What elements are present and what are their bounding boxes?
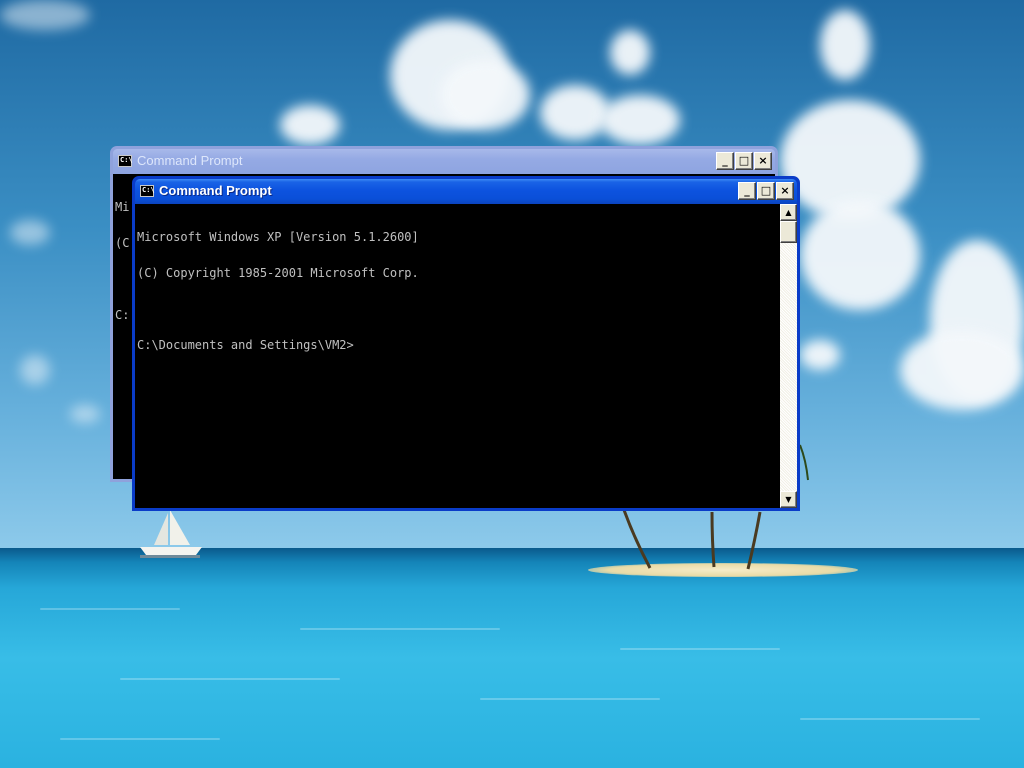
title-bar[interactable]: C:\ Command Prompt _ □ × (135, 179, 797, 204)
console-line-copyright: (C) Copyright 1985-2001 Microsoft Corp. (137, 266, 419, 280)
command-prompt-window-active[interactable]: C:\ Command Prompt _ □ × Microsoft Windo… (132, 176, 800, 511)
console-output[interactable]: Microsoft Windows XP [Version 5.1.2600] … (135, 204, 780, 508)
console-prompt[interactable]: C:\Documents and Settings\VM2> (137, 339, 778, 351)
scroll-up-button[interactable]: ▲ (780, 204, 797, 221)
cmd-icon: C:\ (118, 155, 133, 167)
vertical-scrollbar[interactable]: ▲ ▼ (780, 204, 797, 508)
minimize-button[interactable]: _ (716, 152, 734, 170)
title-bar[interactable]: C:\ Command Prompt _ □ × (113, 149, 775, 174)
close-button[interactable]: × (776, 182, 794, 200)
minimize-button[interactable]: _ (738, 182, 756, 200)
window-title: Command Prompt (159, 183, 272, 198)
sailboat (140, 510, 202, 558)
scroll-thumb[interactable] (780, 221, 797, 243)
window-title: Command Prompt (137, 153, 243, 168)
maximize-button[interactable]: □ (735, 152, 753, 170)
console-line-version: Microsoft Windows XP [Version 5.1.2600] (137, 230, 419, 244)
scroll-down-button[interactable]: ▼ (780, 491, 797, 508)
close-button[interactable]: × (754, 152, 772, 170)
cmd-icon: C:\ (140, 185, 155, 197)
scroll-track[interactable] (780, 221, 797, 491)
console-line-blank: ​ (137, 303, 778, 315)
maximize-button[interactable]: □ (757, 182, 775, 200)
